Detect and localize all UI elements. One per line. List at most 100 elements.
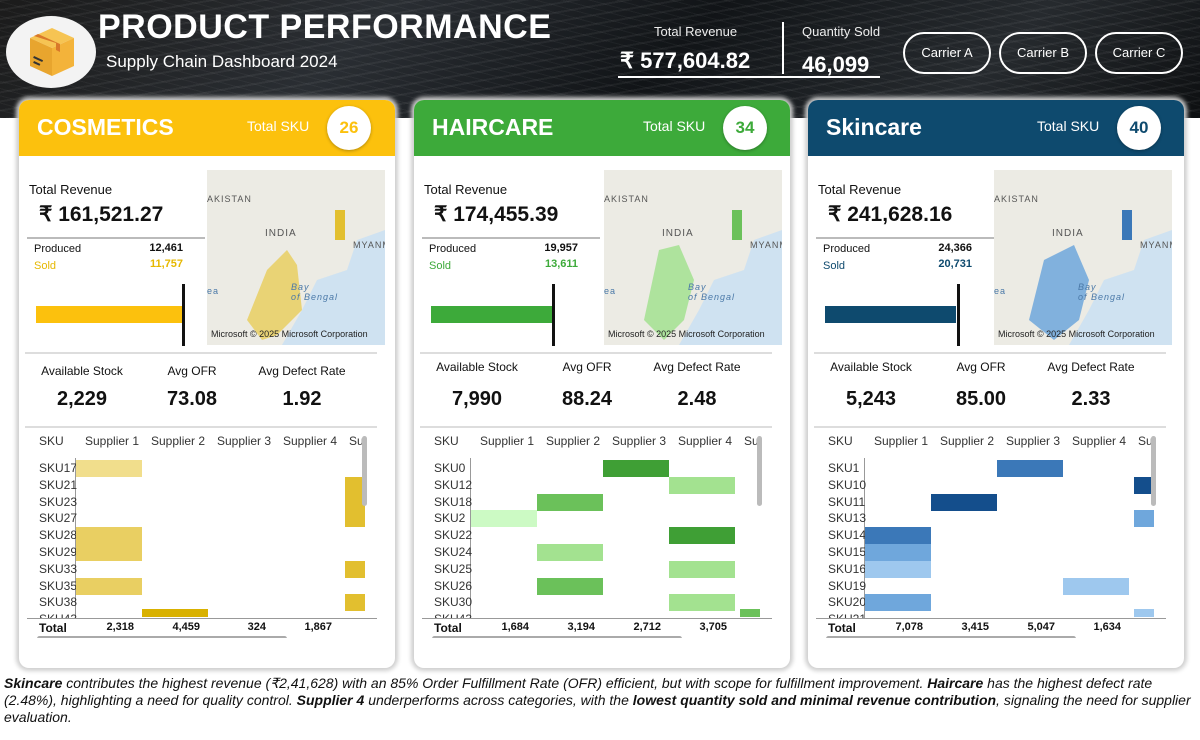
table-horizontal-scrollbar[interactable]	[826, 636, 1076, 638]
column-header[interactable]: Supplier 1	[874, 434, 928, 448]
category-map[interactable]: INDIA AKISTAN MYANM Bay of Bengal ea Microsof…	[994, 170, 1172, 345]
table-row[interactable]: SKU14	[828, 528, 866, 542]
supplier-total: 5,047	[1027, 621, 1055, 633]
supplier-total: 3,415	[961, 621, 989, 633]
map-label-left: AKISTAN	[994, 194, 1039, 204]
card-header: COSMETICS Total SKU 26	[19, 100, 395, 156]
column-header[interactable]: Supplier 2	[940, 434, 994, 448]
metric-value: 5,243	[845, 388, 897, 410]
metric-label: Available Stock	[830, 360, 912, 374]
kpi-total-revenue-value: ₹ 577,604.82	[620, 48, 751, 73]
card-header: HAIRCARE Total SKU 34	[414, 100, 790, 156]
table-vertical-scrollbar[interactable]	[1151, 436, 1156, 506]
table-horizontal-scrollbar[interactable]	[432, 636, 682, 638]
kpi-quantity-sold-value-wrap: 46,099	[802, 42, 869, 78]
total-sku-badge: 26	[327, 106, 371, 150]
table-row[interactable]: SKU25	[434, 562, 472, 576]
table-row[interactable]: SKU22	[434, 528, 472, 542]
metric-value: 2,229	[56, 388, 108, 410]
metric-label: Avg Defect Rate	[1047, 360, 1135, 374]
map-copyright: Microsoft © 2025 Microsoft Corporation	[211, 329, 368, 339]
column-header[interactable]: Supplier 4	[1072, 434, 1126, 448]
heatmap-cell	[865, 560, 931, 578]
table-vertical-scrollbar[interactable]	[757, 436, 762, 506]
heatmap-cell	[931, 493, 997, 511]
sold-label: Sold	[34, 260, 57, 272]
table-row[interactable]: SKU33	[39, 562, 77, 576]
total-sku-badge: 34	[723, 106, 767, 150]
metric-label: Avg OFR	[167, 364, 217, 378]
sku-supplier-table: SKU Supplier 1 Supplier 2 Supplier 3 Supplie…	[422, 428, 772, 638]
column-header[interactable]: SKU	[39, 434, 64, 448]
table-row[interactable]: SKU26	[434, 579, 472, 593]
kpi-quantity-sold-value: 46,099	[802, 52, 870, 77]
carrier-c-button[interactable]: Carrier C	[1095, 32, 1183, 74]
table-row[interactable]: SKU30	[434, 595, 472, 609]
category-map[interactable]: INDIA AKISTAN MYANM Bay of Bengal ea Microsof…	[604, 170, 782, 345]
column-header[interactable]: Supplier 1	[85, 434, 139, 448]
heatmap-cell	[865, 594, 931, 612]
table-row[interactable]: SKU12	[434, 478, 472, 492]
kpi-divider-vertical	[782, 22, 784, 74]
revenue-divider	[422, 237, 600, 239]
metric-label: Avg Defect Rate	[653, 360, 741, 374]
table-vertical-scrollbar[interactable]	[362, 436, 367, 506]
sold-label: Sold	[823, 260, 846, 272]
metric-value: 73.08	[166, 388, 218, 410]
metric-label: Available Stock	[436, 360, 518, 374]
map-label-left: AKISTAN	[604, 194, 649, 204]
heatmap-cell	[345, 510, 365, 528]
table-row[interactable]: SKU17	[39, 461, 77, 475]
table-row[interactable]: SKU24	[434, 545, 472, 559]
column-header[interactable]: Supplier 2	[546, 434, 600, 448]
table-row[interactable]: SKU38	[39, 595, 77, 609]
carrier-b-button[interactable]: Carrier B	[999, 32, 1087, 74]
supplier-total: 1,684	[501, 621, 529, 633]
category-name: HAIRCARE	[432, 114, 554, 140]
table-row[interactable]: SKU15	[828, 545, 866, 559]
metric-value: 85.00	[955, 388, 1007, 410]
table-row[interactable]: SKU23	[39, 495, 77, 509]
column-header[interactable]: Supplier 1	[480, 434, 534, 448]
supplier-total: 7,078	[895, 621, 923, 633]
metric-value: 1.92	[282, 388, 322, 410]
section-divider	[420, 352, 772, 354]
card-header: Skincare Total SKU 40	[808, 100, 1184, 156]
column-header[interactable]: Supplier 3	[1006, 434, 1060, 448]
table-row[interactable]: SKU19	[828, 579, 866, 593]
column-header[interactable]: SKU	[828, 434, 853, 448]
table-row[interactable]: SKU18	[434, 495, 472, 509]
table-row[interactable]: SKU35	[39, 579, 77, 593]
sold-value: 13,611	[544, 258, 578, 270]
table-row[interactable]: SKU1	[828, 461, 859, 475]
column-header[interactable]: Supplier 3	[217, 434, 271, 448]
total-sku-badge: 40	[1117, 106, 1161, 150]
table-horizontal-scrollbar[interactable]	[37, 636, 287, 638]
category-map[interactable]: INDIA AKISTAN MYANM Bay of Bengal ea Microsof…	[207, 170, 385, 345]
table-row[interactable]: SKU29	[39, 545, 77, 559]
heatmap-cell	[142, 609, 208, 618]
column-header[interactable]: Supplier 3	[612, 434, 666, 448]
insight-summary: Skincare contributes the highest revenue…	[4, 675, 1194, 726]
table-row[interactable]: SKU10	[828, 478, 866, 492]
sold-vs-produced-bar	[825, 306, 956, 323]
sold-label: Sold	[429, 260, 452, 272]
map-label-country: INDIA	[1052, 228, 1084, 239]
column-header[interactable]: Supplier 4	[678, 434, 732, 448]
produced-target-marker	[552, 284, 555, 346]
table-row[interactable]: SKU2	[434, 511, 465, 525]
table-row[interactable]: SKU13	[828, 511, 866, 525]
table-row[interactable]: SKU27	[39, 511, 77, 525]
table-row[interactable]: SKU21	[39, 478, 77, 492]
column-header[interactable]: SKU	[434, 434, 459, 448]
table-row[interactable]: SKU28	[39, 528, 77, 542]
table-row[interactable]: SKU0	[434, 461, 465, 475]
table-row[interactable]: SKU16	[828, 562, 866, 576]
heatmap-cell	[471, 510, 537, 528]
revenue-divider	[27, 237, 205, 239]
column-header[interactable]: Supplier 2	[151, 434, 205, 448]
table-row[interactable]: SKU20	[828, 595, 866, 609]
table-row[interactable]: SKU11	[828, 495, 865, 509]
column-header[interactable]: Supplier 4	[283, 434, 337, 448]
carrier-a-button[interactable]: Carrier A	[903, 32, 991, 74]
